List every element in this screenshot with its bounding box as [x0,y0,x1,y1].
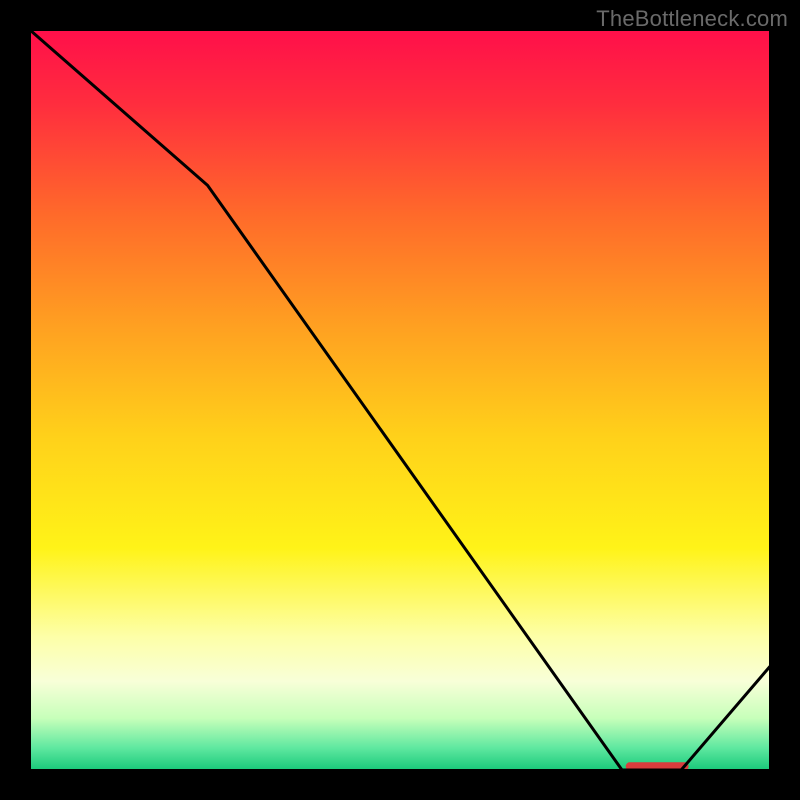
chart-stage: TheBottleneck.com [0,0,800,800]
plot-background [30,30,770,770]
bottleneck-chart [0,0,800,800]
